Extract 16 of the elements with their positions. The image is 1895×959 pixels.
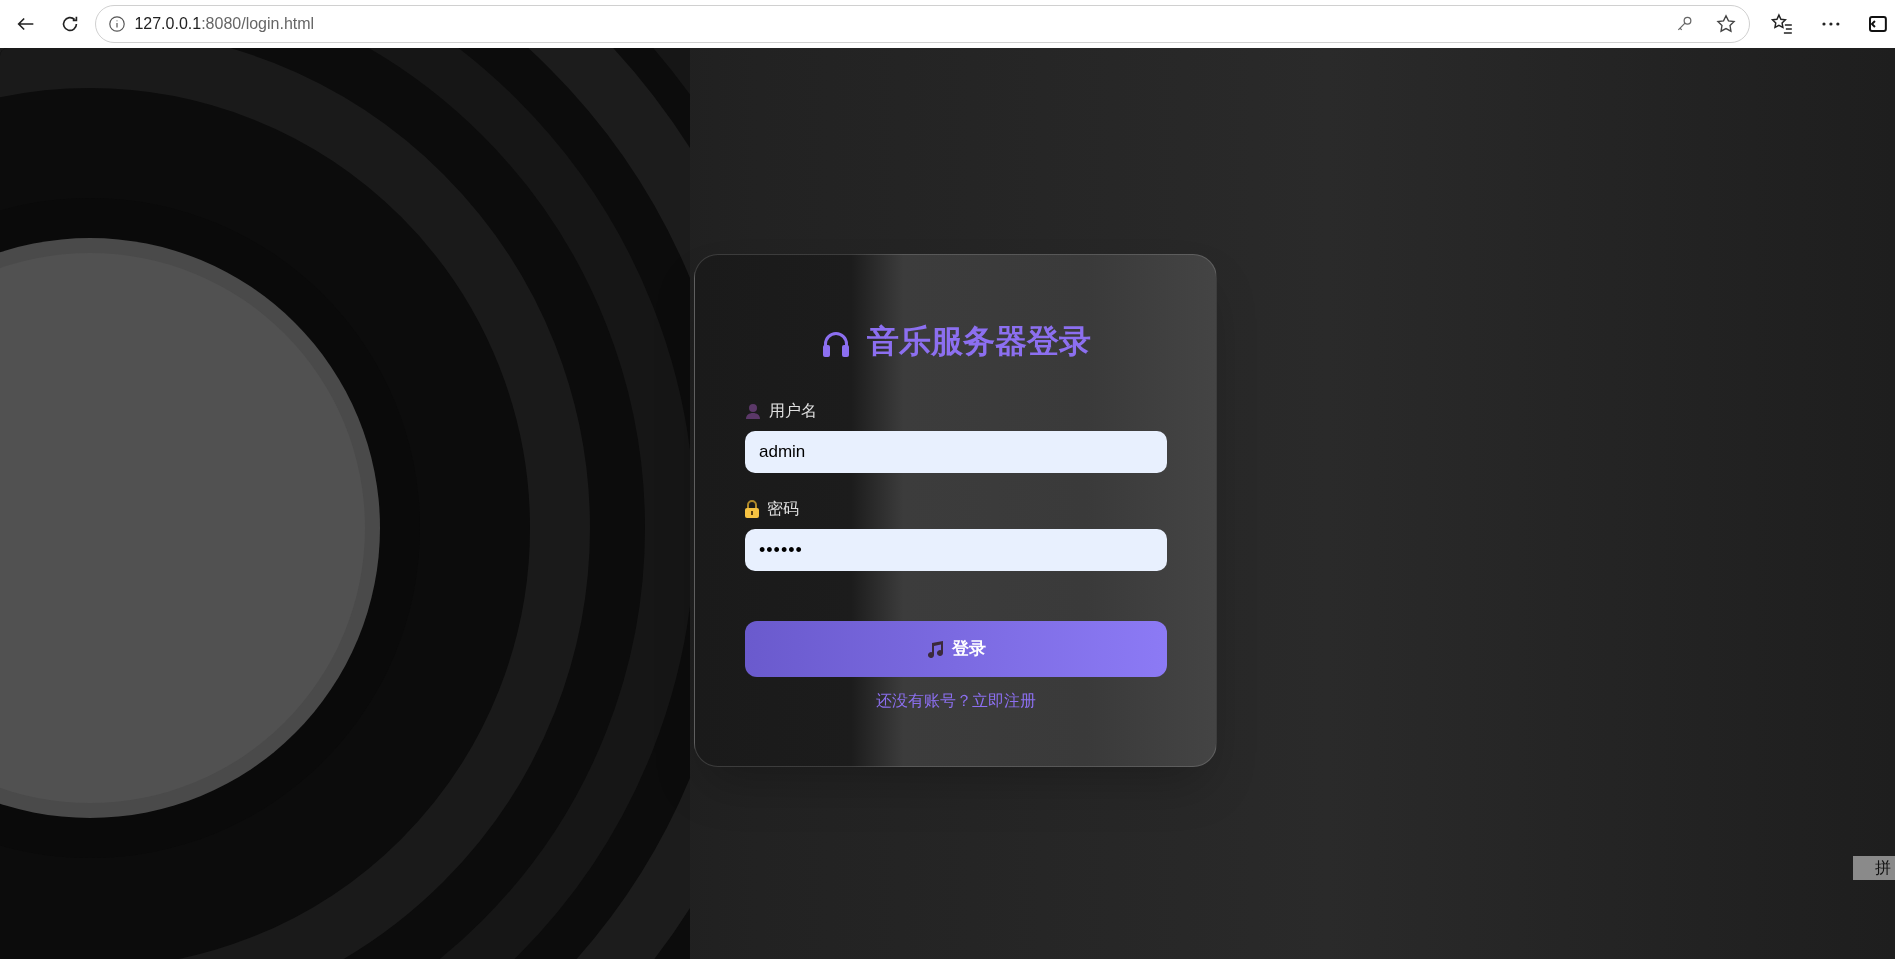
lock-icon xyxy=(745,500,759,518)
music-note-icon xyxy=(925,640,944,658)
sidebar-icon[interactable] xyxy=(1869,15,1887,33)
field-label: 用户名 xyxy=(769,401,817,421)
star-icon[interactable] xyxy=(1714,13,1737,35)
info-icon xyxy=(108,15,127,33)
more-icon[interactable] xyxy=(1821,21,1842,27)
login-button[interactable]: 登录 xyxy=(744,621,1167,677)
favorites-icon[interactable] xyxy=(1769,12,1794,36)
username-field[interactable]: admin xyxy=(745,431,1167,473)
password-field[interactable]: •••••• xyxy=(745,529,1167,571)
user-icon xyxy=(745,403,761,419)
url-text: 127.0.0.1:8080/login.html xyxy=(134,14,315,34)
login-title: 音乐服务器登录 xyxy=(866,322,1091,361)
ime-indicator[interactable]: 拼 xyxy=(1853,856,1895,880)
field-label: 密码 xyxy=(767,499,799,519)
